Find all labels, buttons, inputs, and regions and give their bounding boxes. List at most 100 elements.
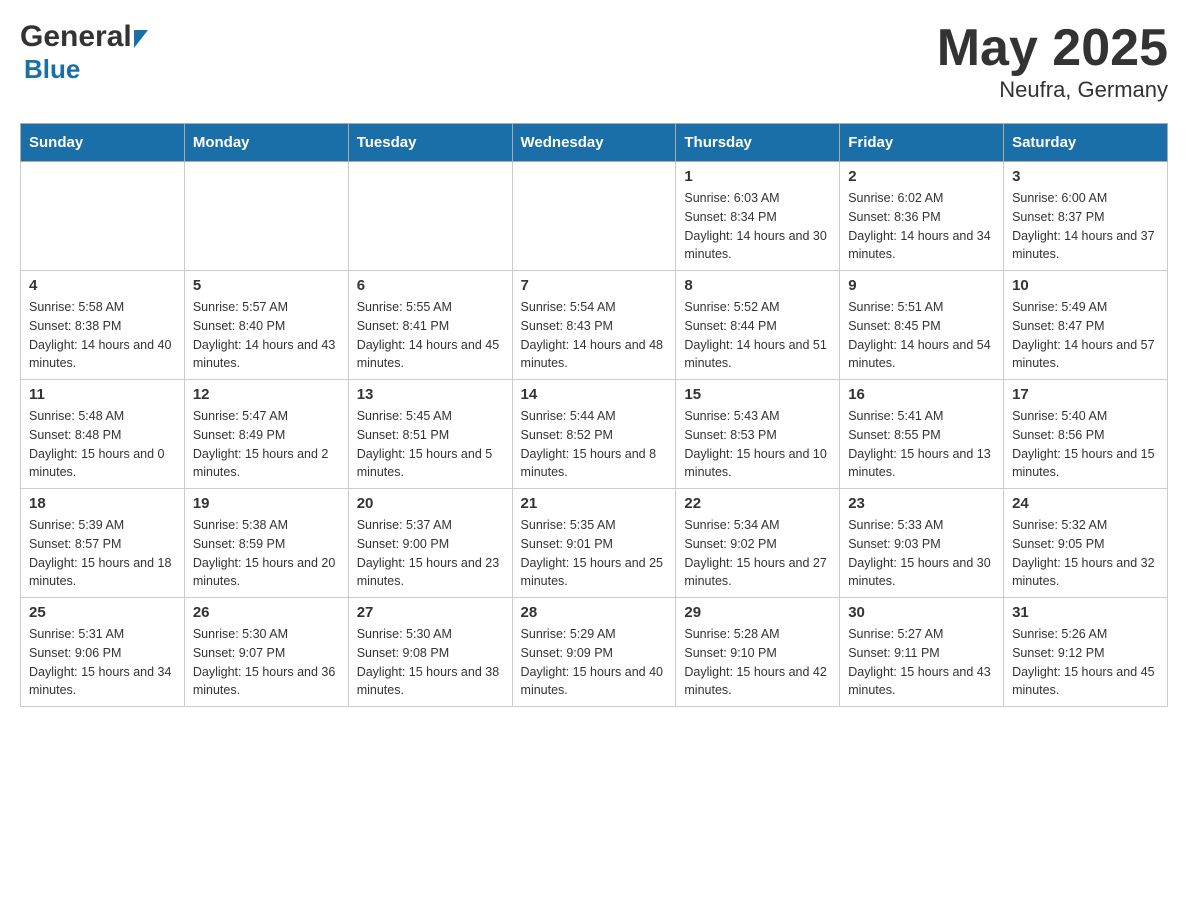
page-header: General Blue May 2025 Neufra, Germany [20, 20, 1168, 103]
weekday-header-monday: Monday [184, 124, 348, 162]
day-info: Sunrise: 5:33 AMSunset: 9:03 PMDaylight:… [848, 516, 995, 591]
day-info: Sunrise: 5:30 AMSunset: 9:08 PMDaylight:… [357, 625, 504, 700]
calendar-cell: 19Sunrise: 5:38 AMSunset: 8:59 PMDayligh… [184, 489, 348, 598]
day-number: 8 [684, 277, 831, 294]
calendar-cell [348, 162, 512, 271]
day-info: Sunrise: 5:34 AMSunset: 9:02 PMDaylight:… [684, 516, 831, 591]
day-info: Sunrise: 6:02 AMSunset: 8:36 PMDaylight:… [848, 189, 995, 264]
day-info: Sunrise: 5:41 AMSunset: 8:55 PMDaylight:… [848, 407, 995, 482]
weekday-header-friday: Friday [840, 124, 1004, 162]
day-number: 5 [193, 277, 340, 294]
day-number: 29 [684, 604, 831, 621]
day-info: Sunrise: 5:54 AMSunset: 8:43 PMDaylight:… [521, 298, 668, 373]
day-number: 7 [521, 277, 668, 294]
calendar-cell: 13 Sunrise: 5:45 AMSunset: 8:51 PMDayligh… [348, 380, 512, 489]
day-info: Sunrise: 5:49 AMSunset: 8:47 PMDaylight:… [1012, 298, 1159, 373]
logo-blue-text: Blue [24, 54, 80, 84]
week-row-1: 1Sunrise: 6:03 AMSunset: 8:34 PMDaylight… [21, 162, 1168, 271]
calendar-cell: 3Sunrise: 6:00 AMSunset: 8:37 PMDaylight… [1004, 162, 1168, 271]
day-number: 22 [684, 495, 831, 512]
calendar-cell: 28 Sunrise: 5:29 AMSunset: 9:09 PMDayligh… [512, 598, 676, 707]
day-info: Sunrise: 5:40 AMSunset: 8:56 PMDaylight:… [1012, 407, 1159, 482]
day-number: 26 [193, 604, 340, 621]
day-number: 2 [848, 168, 995, 185]
day-number: 13 [357, 386, 504, 403]
day-number: 15 [684, 386, 831, 403]
calendar-cell: 26 Sunrise: 5:30 AMSunset: 9:07 PMDayligh… [184, 598, 348, 707]
day-info: Sunrise: 5:31 AMSunset: 9:06 PMDaylight:… [29, 625, 176, 700]
calendar-header-row: SundayMondayTuesdayWednesdayThursdayFrid… [21, 124, 1168, 162]
day-number: 1 [684, 168, 831, 185]
day-info: Sunrise: 5:27 AMSunset: 9:11 PMDaylight:… [848, 625, 995, 700]
day-number: 19 [193, 495, 340, 512]
weekday-header-tuesday: Tuesday [348, 124, 512, 162]
calendar-cell: 11 Sunrise: 5:48 AMSunset: 8:48 PMDayligh… [21, 380, 185, 489]
calendar-cell: 2 Sunrise: 6:02 AMSunset: 8:36 PMDaylight… [840, 162, 1004, 271]
calendar-cell: 20Sunrise: 5:37 AMSunset: 9:00 PMDayligh… [348, 489, 512, 598]
day-number: 30 [848, 604, 995, 621]
calendar-cell: 12 Sunrise: 5:47 AMSunset: 8:49 PMDayligh… [184, 380, 348, 489]
calendar-cell: 18Sunrise: 5:39 AMSunset: 8:57 PMDayligh… [21, 489, 185, 598]
weekday-header-sunday: Sunday [21, 124, 185, 162]
week-row-5: 25 Sunrise: 5:31 AMSunset: 9:06 PMDayligh… [21, 598, 1168, 707]
calendar-cell: 31 Sunrise: 5:26 AMSunset: 9:12 PMDayligh… [1004, 598, 1168, 707]
day-info: Sunrise: 5:28 AMSunset: 9:10 PMDaylight:… [684, 625, 831, 700]
day-info: Sunrise: 5:55 AMSunset: 8:41 PMDaylight:… [357, 298, 504, 373]
day-info: Sunrise: 5:47 AMSunset: 8:49 PMDaylight:… [193, 407, 340, 482]
day-info: Sunrise: 5:45 AMSunset: 8:51 PMDaylight:… [357, 407, 504, 482]
calendar-cell: 14 Sunrise: 5:44 AMSunset: 8:52 PMDayligh… [512, 380, 676, 489]
calendar-cell: 30 Sunrise: 5:27 AMSunset: 9:11 PMDayligh… [840, 598, 1004, 707]
calendar-cell: 15 Sunrise: 5:43 AMSunset: 8:53 PMDayligh… [676, 380, 840, 489]
calendar-cell: 21Sunrise: 5:35 AMSunset: 9:01 PMDayligh… [512, 489, 676, 598]
calendar-cell: 4 Sunrise: 5:58 AMSunset: 8:38 PMDaylight… [21, 271, 185, 380]
logo-triangle-icon [134, 30, 148, 48]
logo-general-text: General [20, 20, 132, 54]
day-info: Sunrise: 5:43 AMSunset: 8:53 PMDaylight:… [684, 407, 831, 482]
calendar-cell: 16 Sunrise: 5:41 AMSunset: 8:55 PMDayligh… [840, 380, 1004, 489]
day-number: 24 [1012, 495, 1159, 512]
day-number: 11 [29, 386, 176, 403]
weekday-header-thursday: Thursday [676, 124, 840, 162]
day-number: 6 [357, 277, 504, 294]
day-info: Sunrise: 5:26 AMSunset: 9:12 PMDaylight:… [1012, 625, 1159, 700]
calendar-cell [184, 162, 348, 271]
calendar-cell: 29 Sunrise: 5:28 AMSunset: 9:10 PMDayligh… [676, 598, 840, 707]
calendar-cell: 27Sunrise: 5:30 AMSunset: 9:08 PMDayligh… [348, 598, 512, 707]
day-info: Sunrise: 5:48 AMSunset: 8:48 PMDaylight:… [29, 407, 176, 482]
calendar-cell: 10 Sunrise: 5:49 AMSunset: 8:47 PMDayligh… [1004, 271, 1168, 380]
day-number: 17 [1012, 386, 1159, 403]
day-number: 9 [848, 277, 995, 294]
day-info: Sunrise: 5:29 AMSunset: 9:09 PMDaylight:… [521, 625, 668, 700]
calendar-cell: 23Sunrise: 5:33 AMSunset: 9:03 PMDayligh… [840, 489, 1004, 598]
day-number: 16 [848, 386, 995, 403]
day-info: Sunrise: 5:58 AMSunset: 8:38 PMDaylight:… [29, 298, 176, 373]
day-number: 21 [521, 495, 668, 512]
week-row-3: 11 Sunrise: 5:48 AMSunset: 8:48 PMDayligh… [21, 380, 1168, 489]
weekday-header-saturday: Saturday [1004, 124, 1168, 162]
day-info: Sunrise: 5:39 AMSunset: 8:57 PMDaylight:… [29, 516, 176, 591]
day-number: 12 [193, 386, 340, 403]
calendar-cell: 17 Sunrise: 5:40 AMSunset: 8:56 PMDayligh… [1004, 380, 1168, 489]
calendar-cell: 1Sunrise: 6:03 AMSunset: 8:34 PMDaylight… [676, 162, 840, 271]
day-number: 28 [521, 604, 668, 621]
logo: General Blue [20, 20, 148, 85]
page-subtitle: Neufra, Germany [937, 77, 1168, 103]
day-number: 4 [29, 277, 176, 294]
calendar-cell: 25 Sunrise: 5:31 AMSunset: 9:06 PMDayligh… [21, 598, 185, 707]
day-number: 3 [1012, 168, 1159, 185]
calendar-cell: 9Sunrise: 5:51 AMSunset: 8:45 PMDaylight… [840, 271, 1004, 380]
day-info: Sunrise: 5:30 AMSunset: 9:07 PMDaylight:… [193, 625, 340, 700]
day-number: 31 [1012, 604, 1159, 621]
day-number: 10 [1012, 277, 1159, 294]
day-number: 25 [29, 604, 176, 621]
calendar-cell: 24Sunrise: 5:32 AMSunset: 9:05 PMDayligh… [1004, 489, 1168, 598]
calendar-cell: 6 Sunrise: 5:55 AMSunset: 8:41 PMDaylight… [348, 271, 512, 380]
day-info: Sunrise: 5:44 AMSunset: 8:52 PMDaylight:… [521, 407, 668, 482]
calendar-cell: 7 Sunrise: 5:54 AMSunset: 8:43 PMDaylight… [512, 271, 676, 380]
calendar-cell: 5Sunrise: 5:57 AMSunset: 8:40 PMDaylight… [184, 271, 348, 380]
day-number: 14 [521, 386, 668, 403]
calendar-cell [21, 162, 185, 271]
calendar-cell: 8Sunrise: 5:52 AMSunset: 8:44 PMDaylight… [676, 271, 840, 380]
week-row-2: 4 Sunrise: 5:58 AMSunset: 8:38 PMDaylight… [21, 271, 1168, 380]
calendar-cell: 22 Sunrise: 5:34 AMSunset: 9:02 PMDayligh… [676, 489, 840, 598]
